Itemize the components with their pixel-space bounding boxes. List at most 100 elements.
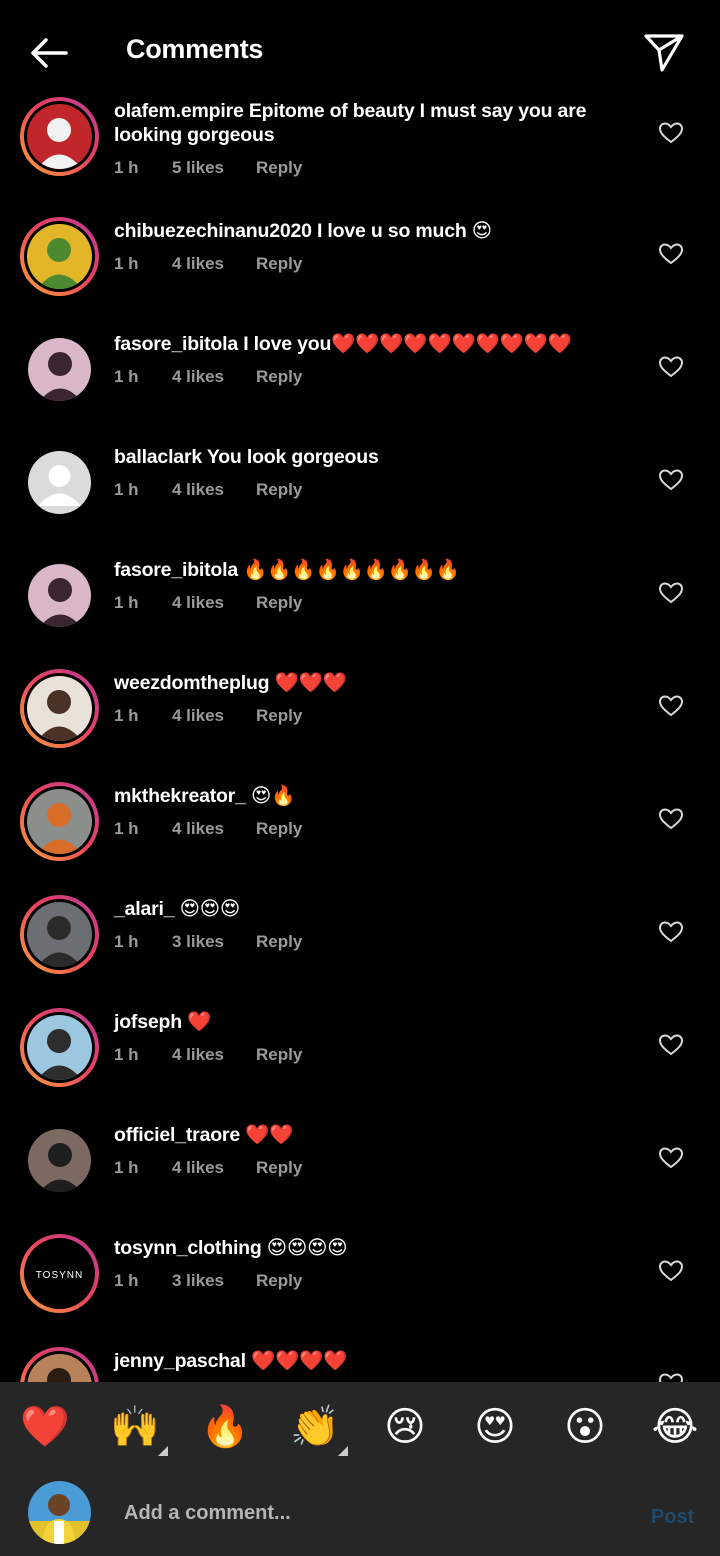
like-heart-icon[interactable] [658,242,684,266]
comment-username[interactable]: jenny_paschal [114,1350,246,1372]
reply-button[interactable]: Reply [256,706,302,726]
quick-emoji-button[interactable]: 😂 [650,1402,700,1452]
quick-emoji-button[interactable]: 🔥 [200,1402,250,1452]
user-avatar[interactable] [20,1008,99,1087]
comment-username[interactable]: chibuezechinanu2020 [114,220,312,242]
quick-emoji-button[interactable]: 😍 [470,1402,520,1452]
comment-likes-count[interactable]: 4 likes [172,819,256,839]
reply-button[interactable]: Reply [256,819,302,839]
comment-username[interactable]: fasore_ibitola [114,333,238,355]
comment-likes-count[interactable]: 4 likes [172,706,256,726]
post-button[interactable]: Post [651,1506,694,1529]
reply-button[interactable]: Reply [256,367,302,387]
comment-likes-count[interactable]: 4 likes [172,367,256,387]
like-heart-icon[interactable] [658,807,684,831]
quick-emoji-button[interactable]: ❤️ [20,1402,70,1452]
like-heart-icon[interactable] [658,1146,684,1170]
like-heart-icon[interactable] [658,121,684,145]
comment-timestamp: 1 h [114,706,139,725]
like-heart-icon[interactable] [658,694,684,718]
comment-likes-count[interactable]: 4 likes [172,1158,256,1178]
comment-body: You look gorgeous [201,446,379,468]
like-heart-icon[interactable] [658,1372,684,1382]
my-avatar [28,1481,91,1544]
user-avatar[interactable] [20,97,99,176]
comment-timestamp: 1 h [114,158,139,177]
comment-body: I love you❤️❤️❤️❤️❤️❤️❤️❤️❤️❤️ [238,333,572,355]
reply-button[interactable]: Reply [256,480,302,500]
comment-likes-count[interactable]: 4 likes [172,480,256,500]
user-avatar[interactable]: TOSYNN [20,1234,99,1313]
comment-row: weezdomtheplug ❤️❤️❤️ 1 h 4 likes Reply [0,665,720,778]
quick-emoji-bar: ❤️ 🙌 🔥 👏 😢 😍 😮 😂 [0,1382,720,1470]
comment-username[interactable]: jofseph [114,1011,182,1033]
comment-text: jenny_paschal ❤️❤️❤️❤️ [114,1349,604,1373]
user-avatar[interactable] [20,895,99,974]
comment-text: olafem.empire Epitome of beauty I must s… [114,99,604,147]
comment-username[interactable]: fasore_ibitola [114,559,238,581]
comment-body: 🔥🔥🔥🔥🔥🔥🔥🔥🔥 [238,559,460,581]
quick-emoji-button[interactable]: 👏 [290,1402,348,1456]
comment-list[interactable]: olafem.empire Epitome of beauty I must s… [0,97,720,1382]
reply-button[interactable]: Reply [256,1158,302,1178]
like-heart-icon[interactable] [658,581,684,605]
direct-send-icon[interactable] [640,28,688,76]
quick-emoji-button[interactable]: 😮 [560,1402,610,1452]
comment-timestamp: 1 h [114,480,139,499]
like-heart-icon[interactable] [658,1033,684,1057]
comment-row: TOSYNN tosynn_clothing 😍😍😍😍 1 h 3 likes Repl… [0,1230,720,1343]
comment-username[interactable]: mkthekreator_ [114,785,246,807]
reply-button[interactable]: Reply [256,1271,302,1291]
quick-emoji-button[interactable]: 🙌 [110,1402,168,1456]
comment-meta: 1 h 5 likes Reply [114,158,302,178]
comment-body: 😍😍😍 [174,898,241,920]
like-heart-icon[interactable] [658,355,684,379]
variant-indicator [158,1446,168,1456]
like-heart-icon[interactable] [658,1259,684,1283]
like-heart-icon[interactable] [658,920,684,944]
comment-username[interactable]: olafem.empire [114,100,244,122]
svg-text:TOSYNN: TOSYNN [36,1270,84,1281]
comment-timestamp: 1 h [114,932,139,951]
reply-button[interactable]: Reply [256,932,302,952]
user-avatar[interactable] [20,217,99,296]
emoji-glyph: 😢 [384,1404,426,1450]
comment-username[interactable]: officiel_traore [114,1124,240,1146]
reply-button[interactable]: Reply [256,158,302,178]
comment-text: ballaclark You look gorgeous [114,445,604,469]
comment-input[interactable] [124,1498,604,1528]
comment-text: mkthekreator_ 😍🔥 [114,784,604,808]
comment-likes-count[interactable]: 3 likes [172,1271,256,1291]
comment-row: _alari_ 😍😍😍 1 h 3 likes Reply [0,891,720,1004]
comment-row: ballaclark You look gorgeous 1 h 4 likes Re… [0,439,720,552]
comment-username[interactable]: ballaclark [114,446,202,468]
comment-text: fasore_ibitola I love you❤️❤️❤️❤️❤️❤️❤️❤… [114,332,604,356]
comment-username[interactable]: tosynn_clothing [114,1237,262,1259]
reply-button[interactable]: Reply [256,593,302,613]
comment-meta: 1 h 4 likes Reply [114,367,302,387]
reply-button[interactable]: Reply [256,254,302,274]
comment-likes-count[interactable]: 3 likes [172,932,256,952]
user-avatar[interactable] [20,1347,99,1382]
emoji-glyph: 🙌 [110,1404,160,1450]
user-avatar[interactable] [28,1129,91,1192]
comment-username[interactable]: weezdomtheplug [114,672,270,694]
reply-button[interactable]: Reply [256,1045,302,1065]
comment-username[interactable]: _alari_ [114,898,175,920]
comment-likes-count[interactable]: 4 likes [172,593,256,613]
user-avatar[interactable] [28,564,91,627]
comment-likes-count[interactable]: 4 likes [172,254,256,274]
comment-text: _alari_ 😍😍😍 [114,897,604,921]
quick-emoji-button[interactable]: 😢 [380,1402,430,1452]
user-avatar[interactable] [20,782,99,861]
comment-body: 😍🔥 [245,785,296,807]
user-avatar[interactable] [28,338,91,401]
comment-text: officiel_traore ❤️❤️ [114,1123,604,1147]
emoji-glyph: ❤️ [20,1404,70,1450]
back-arrow-icon[interactable] [26,30,72,76]
comment-likes-count[interactable]: 4 likes [172,1045,256,1065]
like-heart-icon[interactable] [658,468,684,492]
user-avatar[interactable] [20,669,99,748]
comment-likes-count[interactable]: 5 likes [172,158,256,178]
user-avatar[interactable] [28,451,91,514]
